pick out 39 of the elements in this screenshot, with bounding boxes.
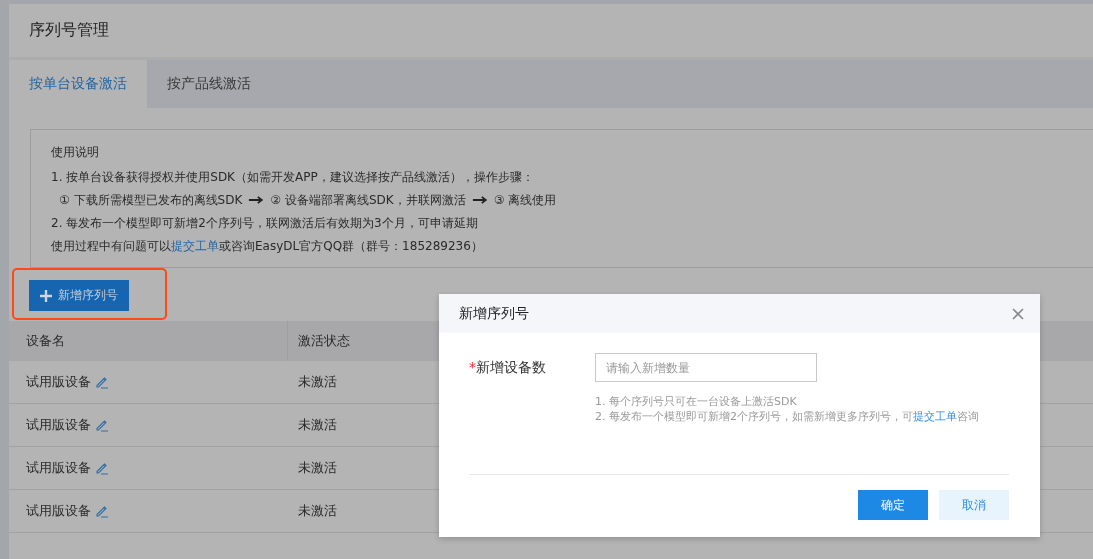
step-text: ③ 离线使用 [493, 191, 557, 209]
dialog-title: 新增序列号 [459, 304, 529, 323]
step-text: ① 下载所需模型已发布的离线SDK [59, 191, 243, 209]
hint-text: 2. 每发布一个模型即可新增2个序列号，如需新增更多序列号，可提交工单咨询 [595, 409, 980, 424]
instruction-text: 1. 按单台设备获得授权并使用SDK（如需开发APP，建议选择按产品线激活），操作步骤： [51, 168, 535, 186]
instructions-heading: 使用说明 [51, 144, 100, 161]
submit-ticket-link[interactable]: 提交工单 [913, 410, 957, 423]
confirm-button[interactable]: 确定 [858, 490, 928, 520]
close-icon[interactable] [1012, 307, 1024, 320]
tab[interactable]: 按产品线激活 [147, 60, 271, 108]
arrow-icon [248, 194, 265, 205]
instruction-text: 2. 每发布一个模型即可新增2个序列号，联网激活后有效期为3个月，可申请延期 [51, 214, 479, 232]
required-mark: * [469, 359, 476, 375]
tab[interactable]: 按单台设备激活 [9, 60, 147, 108]
hint-text: 1. 每个序列号只可在一台设备上激活SDK [595, 394, 798, 409]
quantity-input[interactable]: 请输入新增数量 [595, 353, 817, 382]
table-cell: 未激活 [298, 459, 337, 477]
table-cell: 未激活 [298, 502, 337, 520]
cancel-button[interactable]: 取消 [939, 490, 1009, 520]
submit-ticket-link[interactable]: 提交工单 [171, 238, 219, 253]
step-text: ② 设备端部署离线SDK，并联网激活 [270, 191, 466, 209]
table-cell: 试用版设备 [26, 502, 91, 520]
table-cell: 未激活 [298, 416, 337, 434]
plus-icon [40, 289, 52, 302]
add-serial-button[interactable]: 新增序列号 [29, 280, 129, 311]
edit-icon[interactable] [95, 375, 109, 389]
arrow-icon [471, 194, 488, 205]
table-cell: 试用版设备 [26, 373, 91, 391]
table-cell: 试用版设备 [26, 416, 91, 434]
edit-icon[interactable] [95, 418, 109, 432]
column-header: 激活状态 [287, 321, 350, 361]
help-text: 使用过程中有问题可以提交工单或咨询EasyDL官方QQ群（群号：185289236） [51, 237, 484, 255]
field-label: 新增设备数 [476, 359, 546, 375]
column-header: 设备名 [25, 332, 66, 350]
edit-icon[interactable] [95, 504, 109, 518]
edit-icon[interactable] [95, 461, 109, 475]
table-cell: 未激活 [298, 373, 337, 391]
table-cell: 试用版设备 [26, 459, 91, 477]
page-title: 序列号管理 [29, 20, 109, 41]
